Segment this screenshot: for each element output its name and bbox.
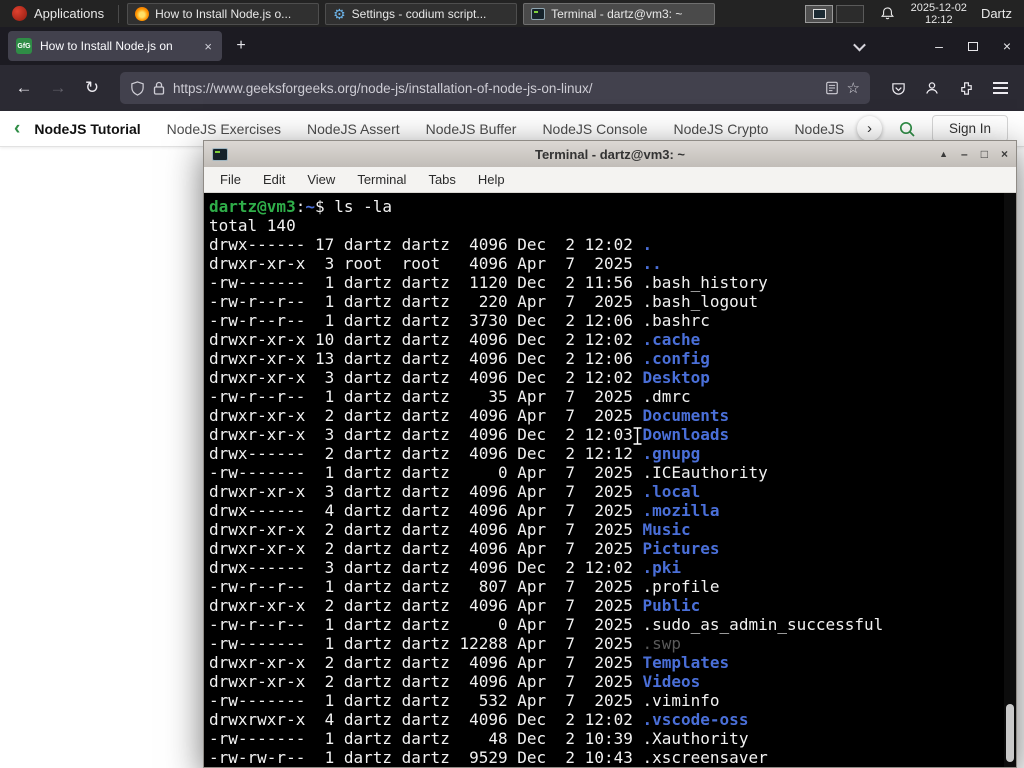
taskbar-window-title: How to Install Node.js o... <box>155 6 292 21</box>
new-tab-button[interactable]: + <box>228 33 254 59</box>
taskbar-window-title: Terminal - dartz@vm3: ~ <box>551 6 683 21</box>
taskbar-window-settings[interactable]: ⚙ Settings - codium script... <box>325 2 518 25</box>
tab-title: How to Install Node.js on <box>40 39 173 53</box>
user-menu-button[interactable]: Dartz <box>981 6 1012 21</box>
minimize-button[interactable]: – <box>922 27 956 65</box>
mouse-cursor <box>633 426 642 446</box>
distro-logo-icon <box>12 6 27 21</box>
url-bar[interactable]: https://www.geeksforgeeks.org/node-js/in… <box>120 72 870 104</box>
clock-date: 2025-12-02 <box>910 1 967 14</box>
menu-view[interactable]: View <box>297 169 345 190</box>
menu-edit[interactable]: Edit <box>253 169 295 190</box>
nav-item-nodejs-console[interactable]: NodeJS Console <box>542 121 647 137</box>
settings-gear-icon: ⚙ <box>333 5 346 22</box>
terminal-screen[interactable]: dartz@vm3:~$ ls -la total 140 drwx------ 1… <box>204 193 1016 767</box>
close-button[interactable]: × <box>1001 148 1008 160</box>
terminal-window-controls: ▲ – □ × <box>939 141 1008 167</box>
nav-item-nodejs-tutorial[interactable]: NodeJS Tutorial <box>34 121 140 137</box>
maximize-button[interactable]: □ <box>981 148 988 160</box>
sign-in-button[interactable]: Sign In <box>931 115 1008 142</box>
menu-help[interactable]: Help <box>468 169 515 190</box>
reader-view-icon[interactable] <box>825 81 839 95</box>
menu-button[interactable] <box>984 72 1016 104</box>
firefox-icon <box>135 6 150 21</box>
nav-item-nodejs-assert[interactable]: NodeJS Assert <box>307 121 400 137</box>
terminal-title: Terminal - dartz@vm3: ~ <box>534 146 686 162</box>
workspace-2[interactable] <box>835 4 864 23</box>
search-icon[interactable] <box>898 120 916 138</box>
terminal-scrollbar[interactable] <box>1004 193 1016 767</box>
clock-time: 12:12 <box>925 13 953 26</box>
taskbar-window-terminal[interactable]: Terminal - dartz@vm3: ~ <box>523 2 716 25</box>
shade-button[interactable]: ▲ <box>939 149 948 159</box>
panel-clock[interactable]: 2025-12-02 12:12 <box>911 2 967 26</box>
workspace-switcher <box>804 4 864 23</box>
workspace-window-thumb <box>812 8 826 19</box>
notification-bell-icon[interactable] <box>880 6 895 21</box>
forward-button[interactable]: → <box>42 72 74 104</box>
hamburger-icon <box>992 82 1008 94</box>
terminal-titlebar[interactable]: Terminal - dartz@vm3: ~ ▲ – □ × <box>204 141 1016 167</box>
terminal-icon <box>212 147 228 161</box>
restore-button[interactable] <box>956 27 990 65</box>
account-icon[interactable] <box>916 72 948 104</box>
browser-tab[interactable]: GfG How to Install Node.js on × <box>8 31 222 61</box>
extensions-icon[interactable] <box>950 72 982 104</box>
terminal-window: Terminal - dartz@vm3: ~ ▲ – □ × File Edi… <box>203 140 1017 768</box>
applications-menu-button[interactable]: Applications <box>0 0 116 27</box>
menu-file[interactable]: File <box>210 169 251 190</box>
tab-bar: GfG How to Install Node.js on × + – × <box>0 27 1024 65</box>
terminal-icon <box>531 7 546 20</box>
tab-close-button[interactable]: × <box>202 39 214 54</box>
tracking-shield-icon[interactable] <box>130 80 145 96</box>
nav-item-nodejs-crypto[interactable]: NodeJS Crypto <box>674 121 769 137</box>
reload-button[interactable]: ↻ <box>76 72 108 104</box>
nav-scroll-right-button[interactable]: › <box>856 116 882 141</box>
bookmark-star-icon[interactable]: ☆ <box>847 79 860 97</box>
menu-terminal[interactable]: Terminal <box>347 169 416 190</box>
workspace-1[interactable] <box>804 4 833 23</box>
navigation-toolbar: ← → ↻ https://www.geeksforgeeks.org/node… <box>0 65 1024 111</box>
list-all-tabs-button[interactable] <box>844 31 874 61</box>
geeksforgeeks-favicon-icon: GfG <box>16 38 32 54</box>
panel-separator <box>118 4 120 23</box>
scrollbar-thumb[interactable] <box>1006 704 1014 762</box>
top-panel: Applications How to Install Node.js o...… <box>0 0 1024 27</box>
window-controls: – × <box>922 27 1024 65</box>
taskbar-window-firefox[interactable]: How to Install Node.js o... <box>127 2 320 25</box>
menu-tabs[interactable]: Tabs <box>418 169 465 190</box>
chevron-down-icon <box>852 38 866 51</box>
restore-icon <box>968 41 978 51</box>
pocket-icon[interactable] <box>882 72 914 104</box>
taskbar-window-title: Settings - codium script... <box>351 6 487 21</box>
back-button[interactable]: ← <box>8 72 40 104</box>
url-text: https://www.geeksforgeeks.org/node-js/in… <box>173 80 593 96</box>
nav-item-nodejs-exercises[interactable]: NodeJS Exercises <box>167 121 281 137</box>
minimize-button[interactable]: – <box>961 148 968 160</box>
nav-scroll-left-icon[interactable]: ‹ <box>14 118 20 140</box>
nav-item-nodejs-buffer[interactable]: NodeJS Buffer <box>426 121 517 137</box>
desktop: Applications How to Install Node.js o...… <box>0 0 1024 768</box>
terminal-menubar: File Edit View Terminal Tabs Help <box>204 167 1016 193</box>
applications-label: Applications <box>34 6 105 21</box>
terminal-output: dartz@vm3:~$ ls -la total 140 drwx------ 1… <box>209 197 884 767</box>
close-button[interactable]: × <box>990 27 1024 65</box>
lock-icon[interactable] <box>153 81 165 95</box>
